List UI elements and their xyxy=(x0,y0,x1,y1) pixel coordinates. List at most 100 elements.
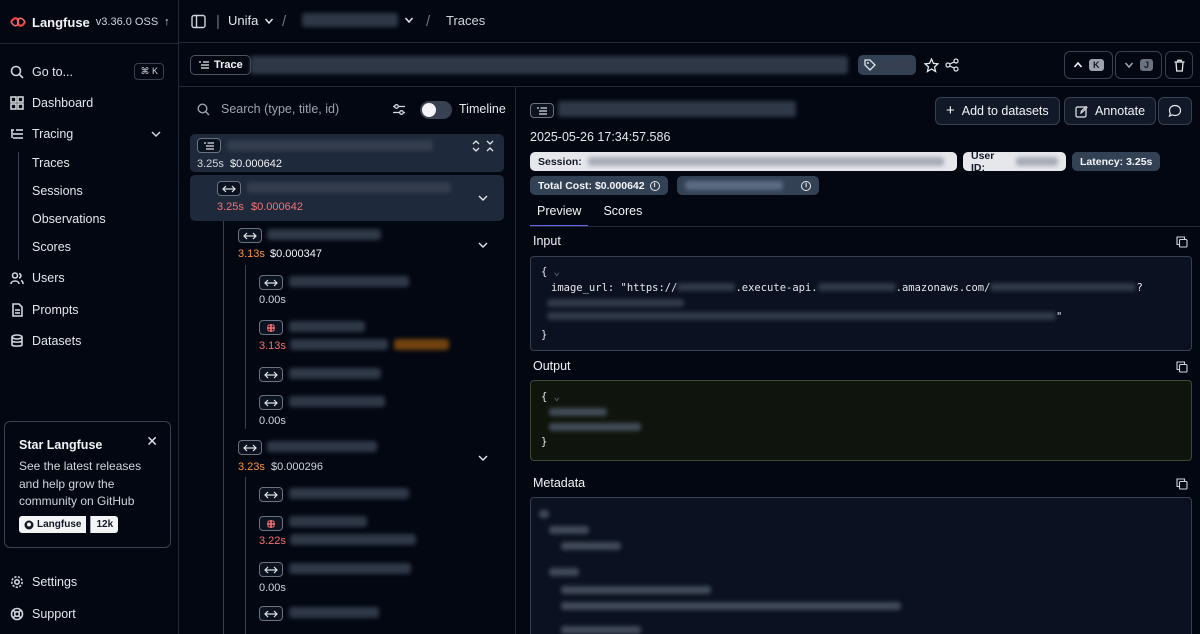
comment-button[interactable] xyxy=(1158,97,1192,125)
app-version: v3.36.0 OSS xyxy=(95,16,159,28)
total-cost-pill: Total Cost: $0.000642 i xyxy=(530,176,668,195)
session-label: Session: xyxy=(538,155,582,168)
span-icon xyxy=(259,606,283,621)
annotate-label: Annotate xyxy=(1095,104,1146,118)
input-code-line: " xyxy=(547,311,1062,323)
github-count: 12k xyxy=(90,516,119,533)
input-code-line: image_url: "https://.execute-api. .amazon… xyxy=(551,282,1143,294)
sidebar-item-dashboard[interactable]: Dashboard xyxy=(10,93,93,113)
input-code-block: { ⌄ image_url: "https://.execute-api. .am… xyxy=(530,256,1192,351)
sidebar-sub-observations[interactable]: Observations xyxy=(32,212,106,226)
redacted-tag xyxy=(882,60,912,70)
chevron-down-icon[interactable] xyxy=(477,452,489,464)
chevron-down-icon xyxy=(265,18,274,24)
goto-label: Go to... xyxy=(32,65,73,79)
trace-badge-label: Trace xyxy=(214,59,243,71)
collapse-all-icon[interactable] xyxy=(485,140,495,152)
redacted-metadata-line xyxy=(561,542,621,550)
annotate-button[interactable]: Annotate xyxy=(1064,97,1157,125)
tag-icon xyxy=(864,59,876,71)
tags-chip[interactable] xyxy=(858,55,916,75)
brand[interactable]: Langfuse v3.36.0 OSS ↑ xyxy=(10,12,170,32)
node-duration: 3.13s xyxy=(259,340,286,352)
goto-button[interactable]: Go to... xyxy=(10,62,73,82)
app-name: Langfuse xyxy=(32,14,90,30)
sidebar-item-tracing[interactable]: Tracing xyxy=(10,124,73,144)
sidebar-item-label: Datasets xyxy=(32,334,82,348)
trace-node-icon xyxy=(530,103,554,118)
database-icon xyxy=(11,334,23,347)
tree-search-input[interactable]: Search (type, title, id) xyxy=(221,102,339,116)
copy-icon[interactable] xyxy=(1176,478,1188,490)
shortcut-j: J xyxy=(1140,59,1154,71)
timeline-toggle[interactable] xyxy=(420,101,452,119)
timeline-label: Timeline xyxy=(459,102,506,116)
sidebar-item-datasets[interactable]: Datasets xyxy=(10,331,81,351)
settings-sliders-icon[interactable] xyxy=(392,103,406,116)
generation-icon xyxy=(259,516,283,531)
redacted-node-name xyxy=(227,140,433,151)
redacted-url-part xyxy=(817,283,896,291)
redacted-node-name xyxy=(289,276,409,287)
node-cost: $0.000296 xyxy=(271,461,323,473)
redacted-metadata-line xyxy=(549,526,589,534)
breadcrumb-project[interactable] xyxy=(302,13,414,27)
tab-scores[interactable]: Scores xyxy=(596,203,649,227)
tree-connector xyxy=(245,477,246,634)
usage-pill: i xyxy=(677,176,819,195)
next-trace-button[interactable]: J xyxy=(1115,51,1163,79)
info-icon[interactable]: i xyxy=(801,180,811,191)
redacted-url-part xyxy=(547,299,684,307)
goto-shortcut: ⌘ K xyxy=(134,63,164,80)
copy-icon[interactable] xyxy=(1176,361,1188,373)
close-icon[interactable]: ✕ xyxy=(146,433,158,450)
redacted-node-metrics xyxy=(290,339,388,350)
redacted-node-name xyxy=(289,321,365,332)
session-pill[interactable]: Session: xyxy=(530,152,957,171)
share-icon[interactable] xyxy=(944,57,960,73)
node-duration: 0.00s xyxy=(259,415,286,427)
github-star-button[interactable]: Langfuse 12k xyxy=(19,516,119,533)
breadcrumb-org[interactable]: Unifa xyxy=(228,13,274,28)
previous-trace-button[interactable]: K xyxy=(1064,51,1113,79)
tab-preview[interactable]: Preview xyxy=(530,203,589,227)
sidebar-sub-sessions[interactable]: Sessions xyxy=(32,184,83,198)
sidebar-item-label: Prompts xyxy=(32,303,79,317)
sidebar-item-prompts[interactable]: Prompts xyxy=(10,300,79,320)
search-icon xyxy=(10,65,24,79)
star-icon[interactable] xyxy=(923,57,939,73)
shortcut-k: K xyxy=(1089,59,1104,71)
expand-collapse-icon[interactable] xyxy=(471,140,481,152)
chevron-down-icon[interactable] xyxy=(150,128,162,140)
user-id-pill[interactable]: User ID: xyxy=(963,150,1066,174)
span-icon xyxy=(259,487,283,502)
span-icon xyxy=(259,367,283,382)
redacted-user-id xyxy=(1015,157,1058,166)
tab-divider xyxy=(530,226,1200,227)
redacted-observation-name xyxy=(558,101,796,117)
delete-trace-button[interactable] xyxy=(1165,51,1193,79)
sidebar-item-settings[interactable]: Settings xyxy=(10,572,77,592)
chevron-down-icon xyxy=(404,17,414,24)
span-icon xyxy=(217,181,241,196)
copy-icon[interactable] xyxy=(1176,236,1188,248)
sidebar-toggle-icon[interactable] xyxy=(190,13,206,29)
sidebar-item-support[interactable]: Support xyxy=(10,604,76,624)
output-code-open: { ⌄ xyxy=(541,391,560,403)
add-to-datasets-label: Add to datasets xyxy=(961,104,1049,118)
node-duration: 0.00s xyxy=(259,294,286,306)
redacted-metadata-line xyxy=(561,602,901,610)
info-icon[interactable]: i xyxy=(649,180,660,191)
sidebar-sub-scores[interactable]: Scores xyxy=(32,240,71,254)
breadcrumb-page[interactable]: Traces xyxy=(446,13,485,28)
sidebar-item-users[interactable]: Users xyxy=(10,268,65,288)
chevron-down-icon[interactable] xyxy=(477,192,489,204)
star-card-description: See the latest releases and help grow th… xyxy=(19,459,142,508)
redacted-trace-name xyxy=(250,56,848,74)
add-to-datasets-button[interactable]: + Add to datasets xyxy=(935,97,1060,125)
metadata-title: Metadata xyxy=(533,476,586,490)
redacted-metadata-line xyxy=(561,626,641,634)
chevron-down-icon[interactable] xyxy=(477,239,489,251)
sidebar-sub-traces[interactable]: Traces xyxy=(32,156,70,170)
arrow-up-icon: ↑ xyxy=(164,16,170,28)
